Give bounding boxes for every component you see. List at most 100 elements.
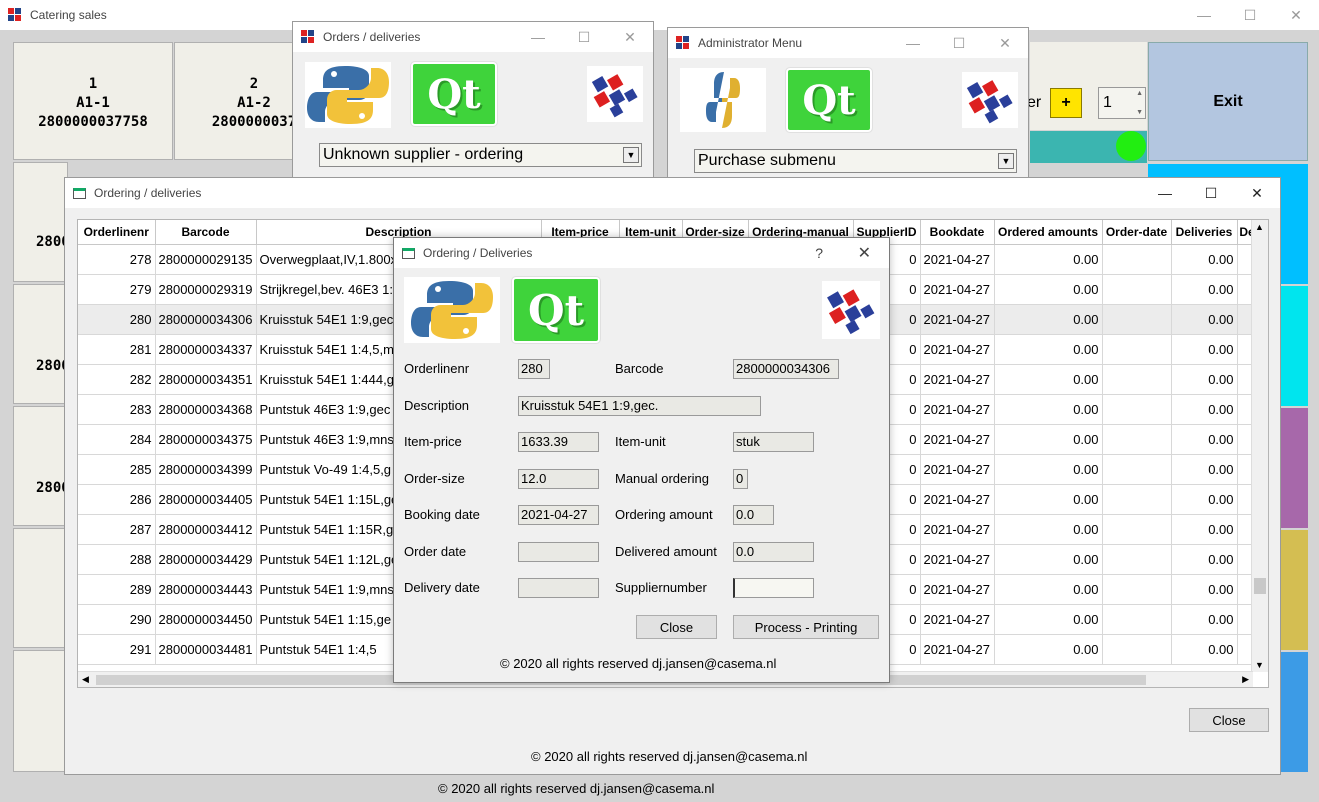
scroll-down-icon[interactable]: ▼ [1255, 660, 1264, 670]
app-icon [676, 36, 690, 50]
quantity-spinbox[interactable]: 1 ▲ ▼ [1098, 87, 1146, 119]
order-date-label: Order date [404, 544, 467, 559]
cell-nr: 278 [78, 244, 156, 275]
maximize-icon[interactable]: ☐ [1188, 178, 1234, 208]
cell-barcode: 2800000034368 [155, 394, 257, 425]
spin-down-icon[interactable]: ▼ [1136, 109, 1143, 116]
column-header[interactable]: Order-date [1102, 220, 1172, 245]
dialog-close-button[interactable]: Close [636, 615, 717, 639]
cell-nr: 290 [78, 604, 156, 635]
help-icon[interactable]: ? [815, 245, 823, 261]
cell-bookdate: 2021-04-27 [920, 304, 995, 335]
product-tile-6[interactable] [13, 528, 68, 648]
suppliernumber-label: Suppliernumber [615, 580, 707, 595]
orders-title: Orders / deliveries [323, 30, 421, 44]
cell-nr: 289 [78, 574, 156, 605]
spin-up-icon[interactable]: ▲ [1136, 90, 1143, 97]
cell-deliveries: 0.00 [1171, 304, 1238, 335]
admin-title: Administrator Menu [698, 36, 803, 50]
scroll-left-icon[interactable]: ◀ [82, 674, 89, 685]
qt-logo: Qt [511, 276, 601, 344]
cell-nr: 291 [78, 634, 156, 665]
column-header[interactable]: Ordered amounts [994, 220, 1103, 245]
cell-empty [1102, 304, 1172, 335]
minimize-icon[interactable]: — [515, 22, 561, 52]
column-header[interactable]: Orderlinenr [78, 220, 156, 245]
item-unit-label: Item-unit [615, 434, 666, 449]
close-icon[interactable]: ✕ [858, 243, 871, 263]
minimize-icon[interactable]: — [1181, 0, 1227, 30]
close-icon[interactable]: ✕ [982, 28, 1028, 58]
cell-deliveries: 0.00 [1171, 484, 1238, 515]
chevron-down-icon: ▼ [623, 147, 639, 163]
close-icon[interactable]: ✕ [1234, 178, 1280, 208]
ordering-close-button[interactable]: Close [1189, 708, 1269, 732]
exit-button[interactable]: Exit [1148, 42, 1308, 161]
minimize-icon[interactable]: — [1142, 178, 1188, 208]
scroll-up-icon[interactable]: ▲ [1255, 222, 1264, 232]
dialog-title: Ordering / Deliveries [423, 246, 533, 260]
booking-date-label: Booking date [404, 507, 480, 522]
delivered-amount-field[interactable]: 0.0 [733, 542, 814, 562]
product-tile-7[interactable] [13, 650, 68, 772]
cell-barcode: 2800000034443 [155, 574, 257, 605]
vertical-scrollbar[interactable]: ▲ ▼ [1251, 220, 1268, 672]
process-printing-label: Process - Printing [754, 619, 858, 635]
main-footer: © 2020 all rights reserved dj.jansen@cas… [438, 781, 715, 796]
plus-button[interactable]: + [1050, 88, 1082, 118]
minimize-icon[interactable]: — [890, 28, 936, 58]
supplier-select[interactable]: Unknown supplier - ordering ▼ [319, 143, 642, 167]
orders-window-controls: — ☐ ✕ [515, 22, 653, 52]
dialog-titlebar: Ordering / Deliveries ? ✕ [394, 238, 889, 268]
cell-empty [1102, 334, 1172, 365]
scrollbar-thumb[interactable] [1254, 578, 1266, 594]
maximize-icon[interactable]: ☐ [561, 22, 607, 52]
cell-bookdate: 2021-04-27 [920, 484, 995, 515]
column-header[interactable]: Barcode [155, 220, 257, 245]
cell-bookdate: 2021-04-27 [920, 364, 995, 395]
description-label: Description [404, 398, 470, 413]
close-icon[interactable]: ✕ [607, 22, 653, 52]
cell-deliveries: 0.00 [1171, 544, 1238, 575]
qt-logo: Qt [785, 67, 873, 133]
maximize-icon[interactable]: ☐ [936, 28, 982, 58]
cell-barcode: 2800000034481 [155, 634, 257, 665]
admin-menu-select-value: Purchase submenu [698, 152, 836, 169]
close-icon[interactable]: ✕ [1273, 0, 1319, 30]
suppliernumber-field[interactable] [733, 578, 814, 598]
maximize-icon[interactable]: ☐ [1227, 0, 1273, 30]
cell-ordered: 0.00 [994, 304, 1103, 335]
delivered-amount-label: Delivered amount [615, 544, 717, 559]
cell-ordered: 0.00 [994, 364, 1103, 395]
status-indicator [1116, 131, 1146, 161]
product-tile-4[interactable]: 2800 [13, 284, 70, 404]
cell-ordered: 0.00 [994, 394, 1103, 425]
product-tile-5[interactable]: 2800 [13, 406, 70, 526]
process-printing-button[interactable]: Process - Printing [733, 615, 879, 639]
cell-ordered: 0.00 [994, 454, 1103, 485]
delivery-date-field[interactable] [518, 578, 599, 598]
cell-nr: 288 [78, 544, 156, 575]
item-unit-field: stuk [733, 432, 814, 452]
cell-deliveries: 0.00 [1171, 514, 1238, 545]
cell-bookdate: 2021-04-27 [920, 274, 995, 305]
product-tile-1[interactable]: 1 A1-1 2800000037758 [13, 42, 173, 160]
column-header[interactable]: Bookdate [920, 220, 995, 245]
cell-bookdate: 2021-04-27 [920, 634, 995, 665]
admin-menu-select[interactable]: Purchase submenu ▼ [694, 149, 1017, 173]
app-icon [8, 8, 22, 22]
orderlinenr-field: 280 [518, 359, 550, 379]
cell-bookdate: 2021-04-27 [920, 424, 995, 455]
product-tile-3[interactable]: 2800 [13, 162, 70, 282]
close-label: Close [1212, 712, 1246, 728]
cell-bookdate: 2021-04-27 [920, 394, 995, 425]
python-logo [305, 62, 391, 128]
brand-logo [587, 66, 643, 122]
cell-nr: 285 [78, 454, 156, 485]
order-date-field[interactable] [518, 542, 599, 562]
cell-barcode: 2800000029135 [155, 244, 257, 275]
scroll-right-icon[interactable]: ▶ [1242, 674, 1249, 685]
ordering-amount-field[interactable]: 0.0 [733, 505, 774, 525]
administrator-menu-window: Administrator Menu — ☐ ✕ Qt Purchase sub… [667, 27, 1029, 181]
column-header[interactable]: Deliveries [1171, 220, 1238, 245]
